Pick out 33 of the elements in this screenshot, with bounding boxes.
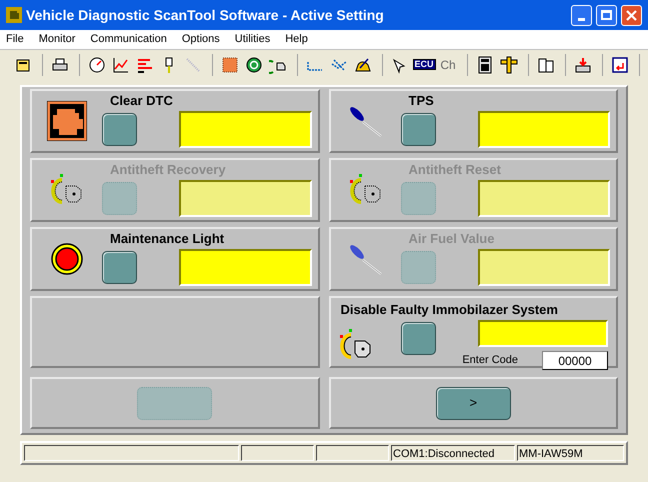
run-button[interactable] [102, 113, 137, 146]
panel-title: TPS [408, 93, 435, 109]
toolbar-button[interactable]: ECU [413, 54, 435, 76]
menu-item[interactable]: File [6, 31, 24, 48]
engine-icon [47, 101, 87, 141]
code-label: Enter Code [462, 353, 518, 368]
minimize-button[interactable] [571, 4, 592, 26]
menu-item[interactable]: Utilities [234, 31, 270, 48]
toolbar-button-label: Ch [440, 58, 456, 70]
run-button[interactable] [102, 251, 137, 284]
panel-title: Clear DTC [110, 93, 174, 109]
menu-item[interactable]: Communication [90, 31, 167, 48]
status-pane: COM1:Disconnected [391, 445, 515, 461]
code-field[interactable]: 00000 [542, 351, 608, 370]
toolbar-icon[interactable] [498, 54, 520, 76]
close-icon [626, 10, 637, 20]
warning-light-icon [50, 242, 84, 276]
nav-button[interactable]: > [436, 386, 511, 420]
run-button[interactable] [400, 322, 436, 355]
panel-title: Disable Faulty Immobilazer System [340, 302, 559, 318]
status-pane: MM-IAW59M [517, 445, 624, 461]
probe-icon [348, 242, 382, 276]
run-button[interactable] [400, 113, 436, 146]
app-icon [6, 7, 22, 23]
menu-item[interactable]: Options [182, 31, 220, 48]
probe-icon [348, 104, 382, 138]
panel-title: Maintenance Light [110, 231, 226, 247]
close-button[interactable] [621, 4, 642, 26]
menu-item[interactable]: Help [285, 31, 308, 48]
menu-item[interactable]: Monitor [38, 31, 76, 48]
toolbar-button-label: ECU [412, 59, 436, 70]
maximize-button[interactable] [596, 4, 617, 26]
window-title: Vehicle Diagnostic ScanTool Software - Active Setting [26, 6, 385, 25]
